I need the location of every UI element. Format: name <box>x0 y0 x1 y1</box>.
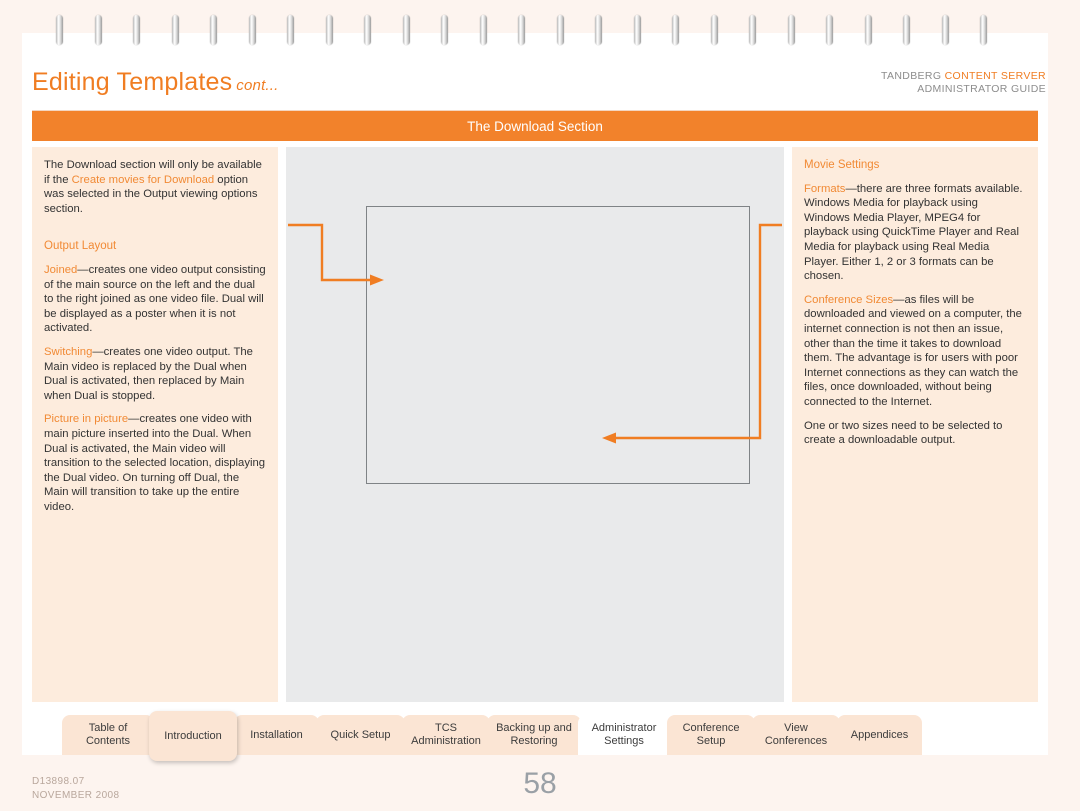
tab-label: Table of Contents <box>85 722 131 747</box>
tab-installation[interactable]: Installation <box>234 715 319 755</box>
tab-conference-setup[interactable]: Conference Setup <box>667 715 755 755</box>
left-item-0-term: Joined <box>44 263 78 276</box>
tab-appendices[interactable]: Appendices <box>837 715 922 755</box>
left-subheading: Output Layout <box>44 240 117 253</box>
brand-subtitle: ADMINISTRATOR GUIDE <box>917 83 1046 95</box>
left-text-column: The Download section will only be availa… <box>32 147 278 702</box>
right-item-0: Formats—there are three formats availabl… <box>804 182 1026 284</box>
right-item-1-term: Conference Sizes <box>804 293 894 306</box>
tab-label: Conference Setup <box>682 722 740 747</box>
left-item-1-term: Switching <box>44 345 93 358</box>
left-item-2-term: Picture in picture <box>44 413 129 426</box>
tab-label: Backing up and Restoring <box>496 722 572 747</box>
screenshot-panel <box>286 147 784 702</box>
tab-label: Administrator Settings <box>591 722 657 747</box>
tab-tcs-administration[interactable]: TCS Administration <box>402 715 490 755</box>
right-item-1: Conference Sizes—as files will be downlo… <box>804 293 1026 410</box>
tab-label: Appendices <box>850 728 909 741</box>
document-brand: TANDBERG CONTENT SERVER ADMINISTRATOR GU… <box>881 70 1046 96</box>
document-page: Editing Templates cont... TANDBERG CONTEN… <box>22 33 1048 761</box>
brand-line: TANDBERG CONTENT SERVER <box>881 70 1046 83</box>
content-row: The Download section will only be availa… <box>32 147 1038 702</box>
tab-table-of-contents[interactable]: Table of Contents <box>62 715 154 755</box>
brand-prefix: TANDBERG <box>880 70 945 82</box>
tab-view-conferences[interactable]: View Conferences <box>752 715 840 755</box>
left-item-2-text: —creates one video with main picture ins… <box>44 413 266 513</box>
left-item-2: Picture in picture—creates one video wit… <box>44 412 266 514</box>
tab-introduction[interactable]: Introduction <box>149 711 237 761</box>
left-column-spacer <box>44 225 266 239</box>
left-item-1: Switching—creates one video output. The … <box>44 345 266 403</box>
screenshot-inner-frame <box>366 206 750 484</box>
page-number: 58 <box>523 767 557 800</box>
tab-label: Quick Setup <box>330 728 391 741</box>
left-item-0-text: —creates one video output consisting of … <box>44 263 266 335</box>
right-item-0-term: Formats <box>804 182 846 195</box>
page-title: Editing Templates cont... <box>32 68 279 97</box>
right-text-column: Movie Settings Formats—there are three f… <box>792 147 1038 702</box>
right-subheading: Movie Settings <box>804 159 880 171</box>
right-closing-paragraph: One or two sizes need to be selected to … <box>804 419 1003 447</box>
brand-highlight: CONTENT SERVER <box>944 70 1046 82</box>
tab-administrator-settings[interactable]: Administrator Settings <box>578 715 670 755</box>
page-title-continued: cont... <box>236 77 279 94</box>
right-item-0-text: —there are three formats available. Wind… <box>804 182 1023 283</box>
left-intro-paragraph: The Download section will only be availa… <box>44 158 266 216</box>
tab-label: View Conferences <box>764 722 828 747</box>
tab-label: TCS Administration <box>411 722 481 747</box>
tab-label: Introduction <box>164 729 222 742</box>
left-item-0: Joined—creates one video output consisti… <box>44 263 266 336</box>
tab-label: Installation <box>250 728 303 741</box>
section-banner-label: The Download Section <box>467 118 603 134</box>
section-tab-bar: Table of Contents Introduction Installatio… <box>32 707 1038 761</box>
tab-quick-setup[interactable]: Quick Setup <box>316 715 405 755</box>
tab-backing-up-and-restoring[interactable]: Backing up and Restoring <box>487 715 581 755</box>
right-item-1-text: —as files will be downloaded and viewed … <box>804 293 1022 408</box>
left-intro-link: Create movies for Download <box>71 173 215 186</box>
section-banner: The Download Section <box>32 111 1038 141</box>
page-title-text: Editing Templates <box>32 68 233 96</box>
